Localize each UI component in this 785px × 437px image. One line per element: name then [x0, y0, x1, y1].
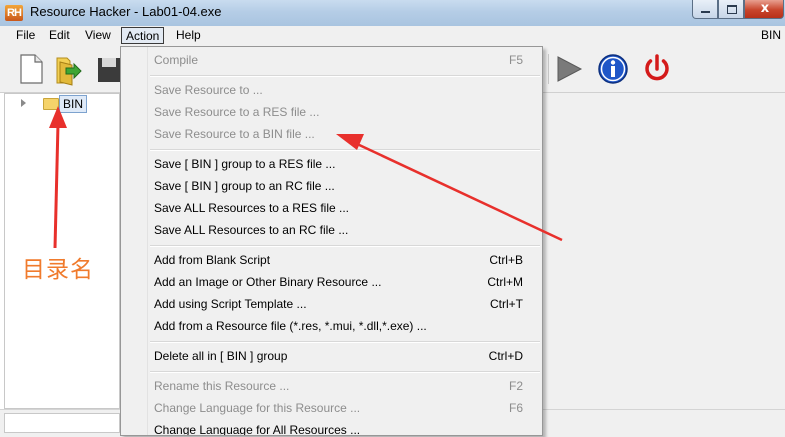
menu-item-shortcut: Ctrl+T — [490, 297, 523, 311]
menu-item-change-language[interactable]: Change Language for this Resource ... F6 — [121, 397, 542, 419]
menu-item-label: Add from a Resource file (*.res, *.mui, … — [154, 319, 427, 333]
exit-button[interactable] — [640, 52, 674, 86]
menu-item-save-resource-bin[interactable]: Save Resource to a BIN file ... — [121, 123, 542, 145]
menu-item-label: Add from Blank Script — [154, 253, 271, 267]
current-group-label: BIN — [760, 28, 781, 42]
menu-item-label: Save Resource to a BIN file ... — [154, 127, 315, 141]
menu-item-save-resource-res[interactable]: Save Resource to a RES file ... — [121, 101, 542, 123]
new-file-icon — [20, 54, 43, 84]
menu-item-label: Compile — [154, 53, 199, 67]
menu-separator — [150, 149, 540, 151]
menu-item-change-language-all[interactable]: Change Language for All Resources ... — [121, 419, 542, 436]
new-file-button[interactable] — [14, 52, 48, 86]
play-icon — [557, 56, 583, 82]
status-field — [4, 413, 120, 433]
menu-item-label: Add using Script Template ... — [154, 297, 307, 311]
close-icon: x — [760, 1, 770, 16]
expand-arrow-icon[interactable] — [21, 99, 26, 107]
menu-item-label: Save ALL Resources to an RC file ... — [154, 223, 349, 237]
tree-node-label: BIN — [59, 95, 88, 113]
menu-item-shortcut: F2 — [508, 379, 523, 393]
menu-item-shortcut: F5 — [508, 53, 523, 67]
minimize-button[interactable] — [692, 0, 718, 19]
about-button[interactable] — [596, 52, 630, 86]
menu-item-label: Change Language for this Resource ... — [154, 401, 361, 415]
info-icon — [598, 54, 628, 84]
menu-action[interactable]: Action — [121, 27, 165, 44]
menu-help[interactable]: Help — [172, 27, 205, 44]
run-button[interactable] — [552, 52, 586, 86]
editor-pane — [542, 93, 785, 409]
menu-bar: File Edit View Action Help BIN — [0, 26, 785, 47]
menu-item-label: Add an Image or Other Binary Resource ..… — [154, 275, 382, 289]
menu-item-save-resource[interactable]: Save Resource to ... — [121, 79, 542, 101]
menu-item-label: Save Resource to a RES file ... — [154, 105, 320, 119]
menu-item-save-all-res[interactable]: Save ALL Resources to a RES file ... — [121, 197, 542, 219]
open-folder-icon — [56, 57, 82, 86]
menu-item-shortcut: Ctrl+D — [488, 349, 523, 363]
menu-item-delete-group[interactable]: Delete all in [ BIN ] group Ctrl+D — [121, 345, 542, 367]
toolbar-separator — [548, 54, 549, 84]
menu-item-shortcut: Ctrl+B — [489, 253, 523, 267]
menu-item-label: Change Language for All Resources ... — [154, 423, 361, 436]
menu-edit[interactable]: Edit — [45, 27, 74, 44]
menu-view[interactable]: View — [81, 27, 115, 44]
menu-item-shortcut: Ctrl+M — [487, 275, 523, 289]
menu-item-compile[interactable]: Compile F5 — [121, 49, 542, 71]
menu-item-add-script-template[interactable]: Add using Script Template ... Ctrl+T — [121, 293, 542, 315]
folder-icon — [43, 98, 59, 110]
menu-item-label: Save [ BIN ] group to a RES file ... — [154, 157, 336, 171]
annotation-label: 目录名 — [22, 257, 94, 283]
menu-file[interactable]: File — [12, 27, 39, 44]
minimize-icon — [701, 11, 710, 13]
window-title: Resource Hacker - Lab01-04.exe — [30, 4, 222, 19]
title-bar: RH Resource Hacker - Lab01-04.exe x — [0, 0, 785, 26]
menu-item-add-binary-resource[interactable]: Add an Image or Other Binary Resource ..… — [121, 271, 542, 293]
maximize-button[interactable] — [718, 0, 744, 19]
menu-separator — [150, 341, 540, 343]
app-logo-icon: RH — [5, 5, 23, 21]
menu-item-label: Save ALL Resources to a RES file ... — [154, 201, 349, 215]
action-menu-dropdown: Compile F5 Save Resource to ... Save Res… — [120, 46, 543, 436]
menu-item-save-all-rc[interactable]: Save ALL Resources to an RC file ... — [121, 219, 542, 241]
menu-separator — [150, 75, 540, 77]
menu-item-add-from-resource-file[interactable]: Add from a Resource file (*.res, *.mui, … — [121, 315, 542, 337]
menu-item-label: Save Resource to ... — [154, 83, 263, 97]
menu-item-label: Rename this Resource ... — [154, 379, 290, 393]
open-button[interactable] — [52, 52, 86, 86]
menu-item-add-blank-script[interactable]: Add from Blank Script Ctrl+B — [121, 249, 542, 271]
menu-item-shortcut: F6 — [508, 401, 523, 415]
maximize-icon — [727, 5, 737, 14]
menu-item-save-group-rc[interactable]: Save [ BIN ] group to an RC file ... — [121, 175, 542, 197]
menu-item-label: Delete all in [ BIN ] group — [154, 349, 288, 363]
close-button[interactable]: x — [744, 0, 784, 19]
power-icon — [645, 54, 669, 81]
menu-item-rename-resource[interactable]: Rename this Resource ... F2 — [121, 375, 542, 397]
menu-item-save-group-res[interactable]: Save [ BIN ] group to a RES file ... — [121, 153, 542, 175]
menu-item-label: Save [ BIN ] group to an RC file ... — [154, 179, 335, 193]
menu-separator — [150, 245, 540, 247]
menu-separator — [150, 371, 540, 373]
